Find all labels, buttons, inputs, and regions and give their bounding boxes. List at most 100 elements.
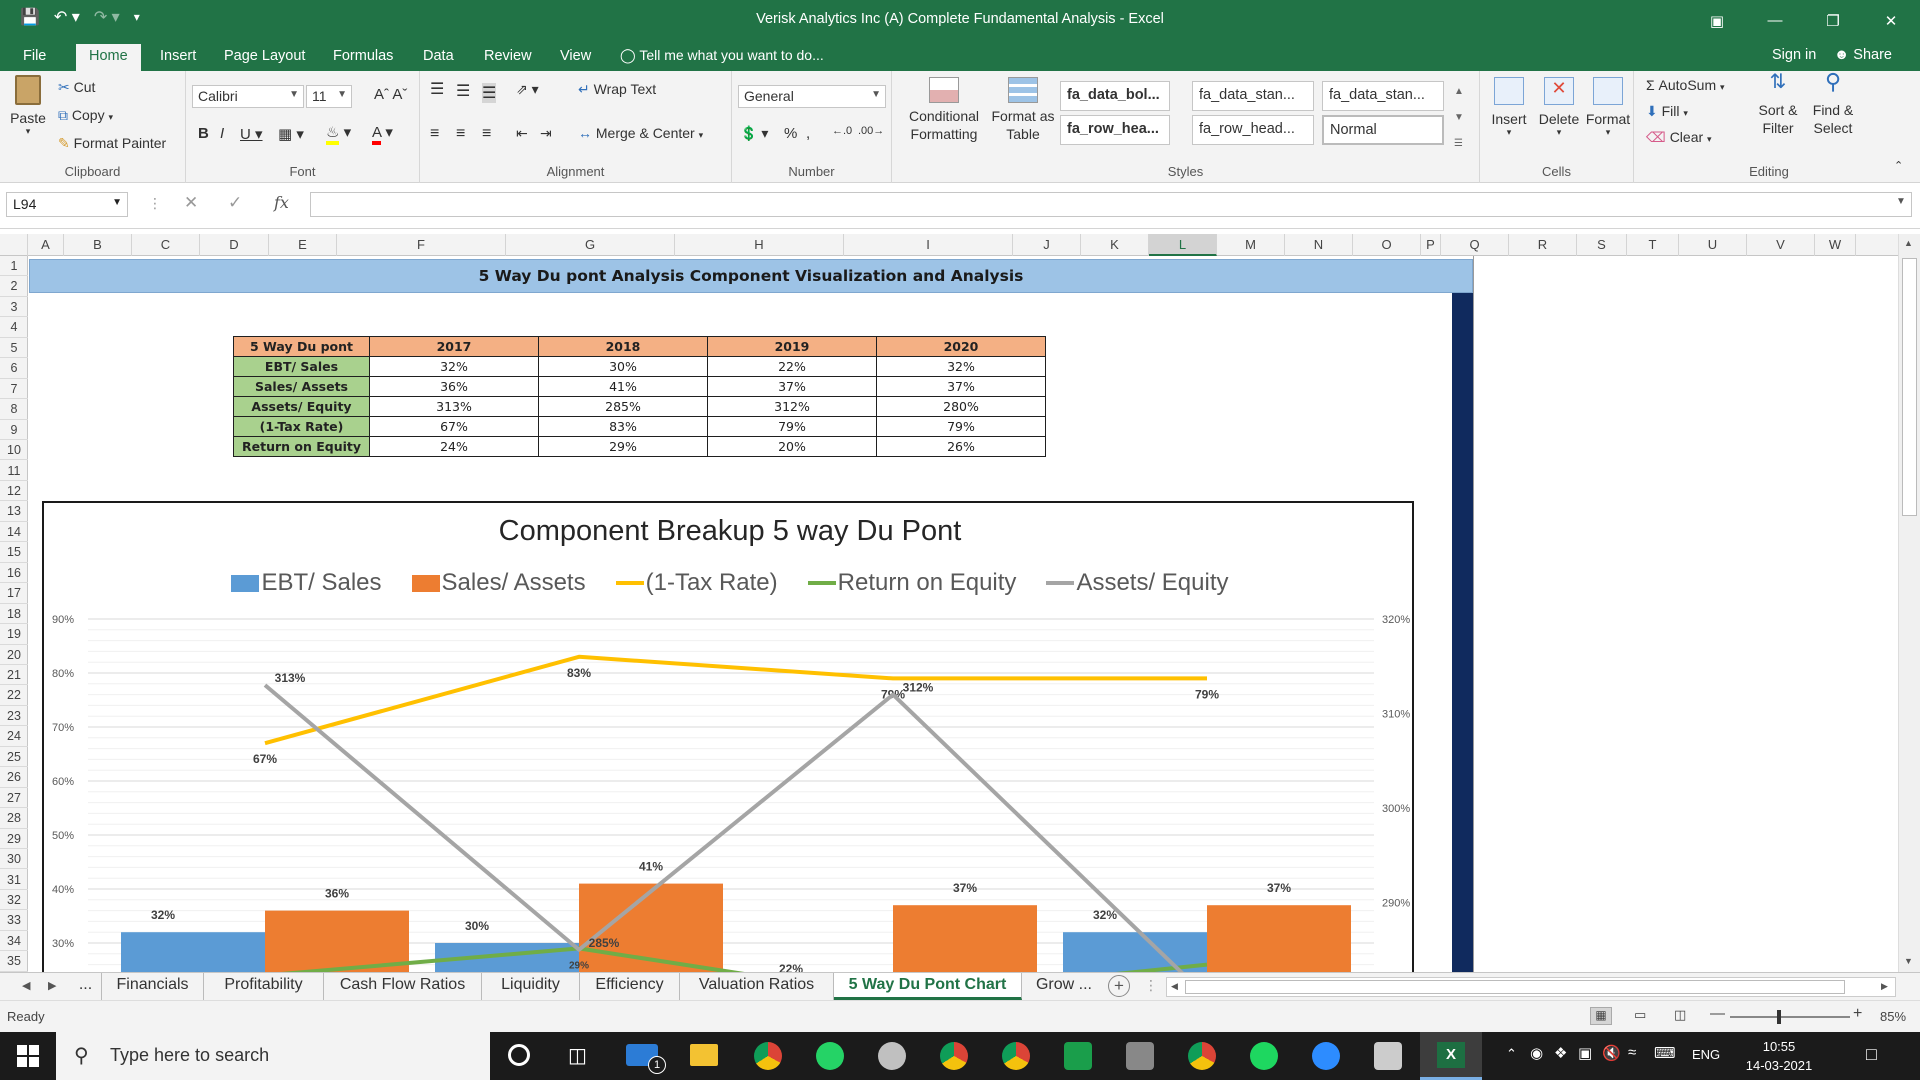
vertical-scroll-thumb[interactable]	[1902, 258, 1917, 516]
value-cell[interactable]: 26%	[876, 436, 1046, 457]
row-header[interactable]: 14	[0, 522, 28, 543]
insert-cells-button[interactable]: Insert ▾	[1486, 77, 1532, 138]
file-explorer-icon[interactable]	[690, 1044, 718, 1066]
tray-camera-icon[interactable]: ◉	[1530, 1044, 1543, 1062]
value-cell[interactable]: 83%	[538, 416, 708, 437]
row-header[interactable]: 8	[0, 399, 28, 420]
row-label-cell[interactable]: Assets/ Equity	[233, 396, 370, 417]
fill-color-icon[interactable]: ♨ ▾	[326, 123, 351, 145]
row-label-cell[interactable]: (1-Tax Rate)	[233, 416, 370, 437]
paint-icon[interactable]	[878, 1042, 906, 1070]
font-name-dropdown[interactable]: Calibri ▼	[192, 85, 304, 108]
bold-icon[interactable]: B	[198, 125, 209, 142]
sheet-tab-cash-flow-ratios[interactable]: Cash Flow Ratios	[324, 973, 482, 1000]
row-header[interactable]: 1	[0, 256, 28, 277]
row-header[interactable]: 12	[0, 481, 28, 502]
value-cell[interactable]: 37%	[707, 376, 877, 397]
windows-start-icon[interactable]	[17, 1045, 39, 1067]
format-as-table-button[interactable]: Format as Table	[990, 77, 1056, 143]
language-indicator[interactable]: ENG	[1692, 1047, 1720, 1062]
row-header[interactable]: 22	[0, 685, 28, 706]
cells-area[interactable]: 5 Way Du pont Analysis Component Visuali…	[29, 256, 1900, 972]
cancel-entry-icon[interactable]: ✕	[184, 193, 198, 213]
row-header[interactable]: 5	[0, 338, 28, 359]
value-cell[interactable]: 32%	[369, 356, 539, 377]
column-header[interactable]: L	[1149, 234, 1217, 256]
row-header[interactable]: 18	[0, 604, 28, 625]
row-header[interactable]: 26	[0, 767, 28, 788]
table-header-cell[interactable]: 2018	[538, 336, 708, 357]
row-header[interactable]: 13	[0, 501, 28, 522]
row-header[interactable]: 6	[0, 358, 28, 379]
zoom-slider-thumb[interactable]	[1777, 1010, 1781, 1024]
vertical-scrollbar[interactable]: ▲ ▼	[1898, 234, 1920, 972]
row-header[interactable]: 9	[0, 420, 28, 441]
value-cell[interactable]: 36%	[369, 376, 539, 397]
row-header[interactable]: 3	[0, 297, 28, 318]
snipping-tool-icon[interactable]	[1126, 1042, 1154, 1070]
value-cell[interactable]: 285%	[538, 396, 708, 417]
value-cell[interactable]: 22%	[707, 356, 877, 377]
clear-button[interactable]: ⌫ Clear ▾	[1646, 129, 1712, 146]
select-all-corner[interactable]	[0, 234, 28, 256]
row-header[interactable]: 19	[0, 624, 28, 645]
expand-formula-bar-icon[interactable]: ▼	[1896, 196, 1906, 207]
formula-input[interactable]	[310, 192, 1912, 217]
name-box[interactable]: L94 ▼	[6, 192, 128, 217]
merge-center-button[interactable]: ↔ Merge & Center ▾	[578, 125, 703, 141]
column-header[interactable]: T	[1627, 234, 1679, 256]
decrease-indent-icon[interactable]: ⇤	[516, 125, 528, 142]
style-fa-row-header-2[interactable]: fa_row_head...	[1192, 115, 1314, 145]
cut-button[interactable]: ✂ Cut	[58, 79, 95, 96]
column-header[interactable]: N	[1285, 234, 1353, 256]
table-header-cell[interactable]: 2020	[876, 336, 1046, 357]
sheet-tab-liquidity[interactable]: Liquidity	[482, 973, 580, 1000]
column-header[interactable]: G	[506, 234, 675, 256]
tab-file[interactable]: File	[10, 44, 59, 71]
align-top-icon[interactable]: ☰	[430, 79, 444, 99]
sheet-tab-5-way-du-pont-chart[interactable]: 5 Way Du Pont Chart	[834, 973, 1022, 1000]
row-header[interactable]: 27	[0, 788, 28, 809]
tab-review[interactable]: Review	[471, 44, 545, 71]
table-header-cell[interactable]: 2019	[707, 336, 877, 357]
increase-decimal-icon[interactable]: ←.0	[832, 125, 852, 137]
autosum-button[interactable]: Σ AutoSum ▾	[1646, 77, 1725, 93]
align-bottom-icon[interactable]: ☰	[482, 83, 497, 103]
wrap-text-button[interactable]: ↵ Wrap Text	[578, 81, 656, 98]
insert-function-icon[interactable]: fx	[274, 193, 289, 212]
page-layout-view-icon[interactable]: ▭	[1634, 1007, 1646, 1023]
row-header[interactable]: 11	[0, 461, 28, 481]
column-header[interactable]: O	[1353, 234, 1421, 256]
zoom-level[interactable]: 85%	[1880, 1009, 1906, 1024]
column-header[interactable]: M	[1217, 234, 1285, 256]
cortana-icon[interactable]	[508, 1044, 530, 1066]
value-cell[interactable]: 37%	[876, 376, 1046, 397]
column-header[interactable]: J	[1013, 234, 1081, 256]
sheet-tab-profitability[interactable]: Profitability	[204, 973, 324, 1000]
row-header[interactable]: 10	[0, 440, 28, 461]
value-cell[interactable]: 20%	[707, 436, 877, 457]
chrome-icon[interactable]	[754, 1042, 782, 1070]
italic-icon[interactable]: I	[220, 125, 224, 142]
value-cell[interactable]: 79%	[707, 416, 877, 437]
row-header[interactable]: 24	[0, 726, 28, 747]
add-sheet-icon[interactable]: +	[1108, 975, 1130, 997]
column-header[interactable]: U	[1679, 234, 1747, 256]
row-header[interactable]: 35	[0, 951, 28, 972]
column-header[interactable]: R	[1509, 234, 1577, 256]
clock[interactable]: 10:55 14-03-2021	[1738, 1037, 1820, 1075]
align-left-icon[interactable]: ≡	[430, 125, 439, 143]
scroll-up-icon[interactable]: ▲	[1904, 238, 1913, 248]
percent-style-icon[interactable]: %	[784, 125, 797, 142]
scroll-right-icon[interactable]: ▶	[1881, 981, 1888, 992]
restore-button[interactable]: ❐	[1804, 0, 1862, 41]
number-format-dropdown[interactable]: General ▼	[738, 85, 886, 108]
align-right-icon[interactable]: ≡	[482, 125, 491, 143]
format-painter-button[interactable]: ✎ Format Painter	[58, 135, 166, 152]
remote-desktop-icon[interactable]	[1374, 1042, 1402, 1070]
orientation-icon[interactable]: ⇗ ▾	[516, 81, 539, 98]
tab-formulas[interactable]: Formulas	[320, 44, 406, 71]
value-cell[interactable]: 312%	[707, 396, 877, 417]
column-header[interactable]: A	[28, 234, 64, 256]
sheet-tab-financials[interactable]: Financials	[102, 973, 204, 1000]
